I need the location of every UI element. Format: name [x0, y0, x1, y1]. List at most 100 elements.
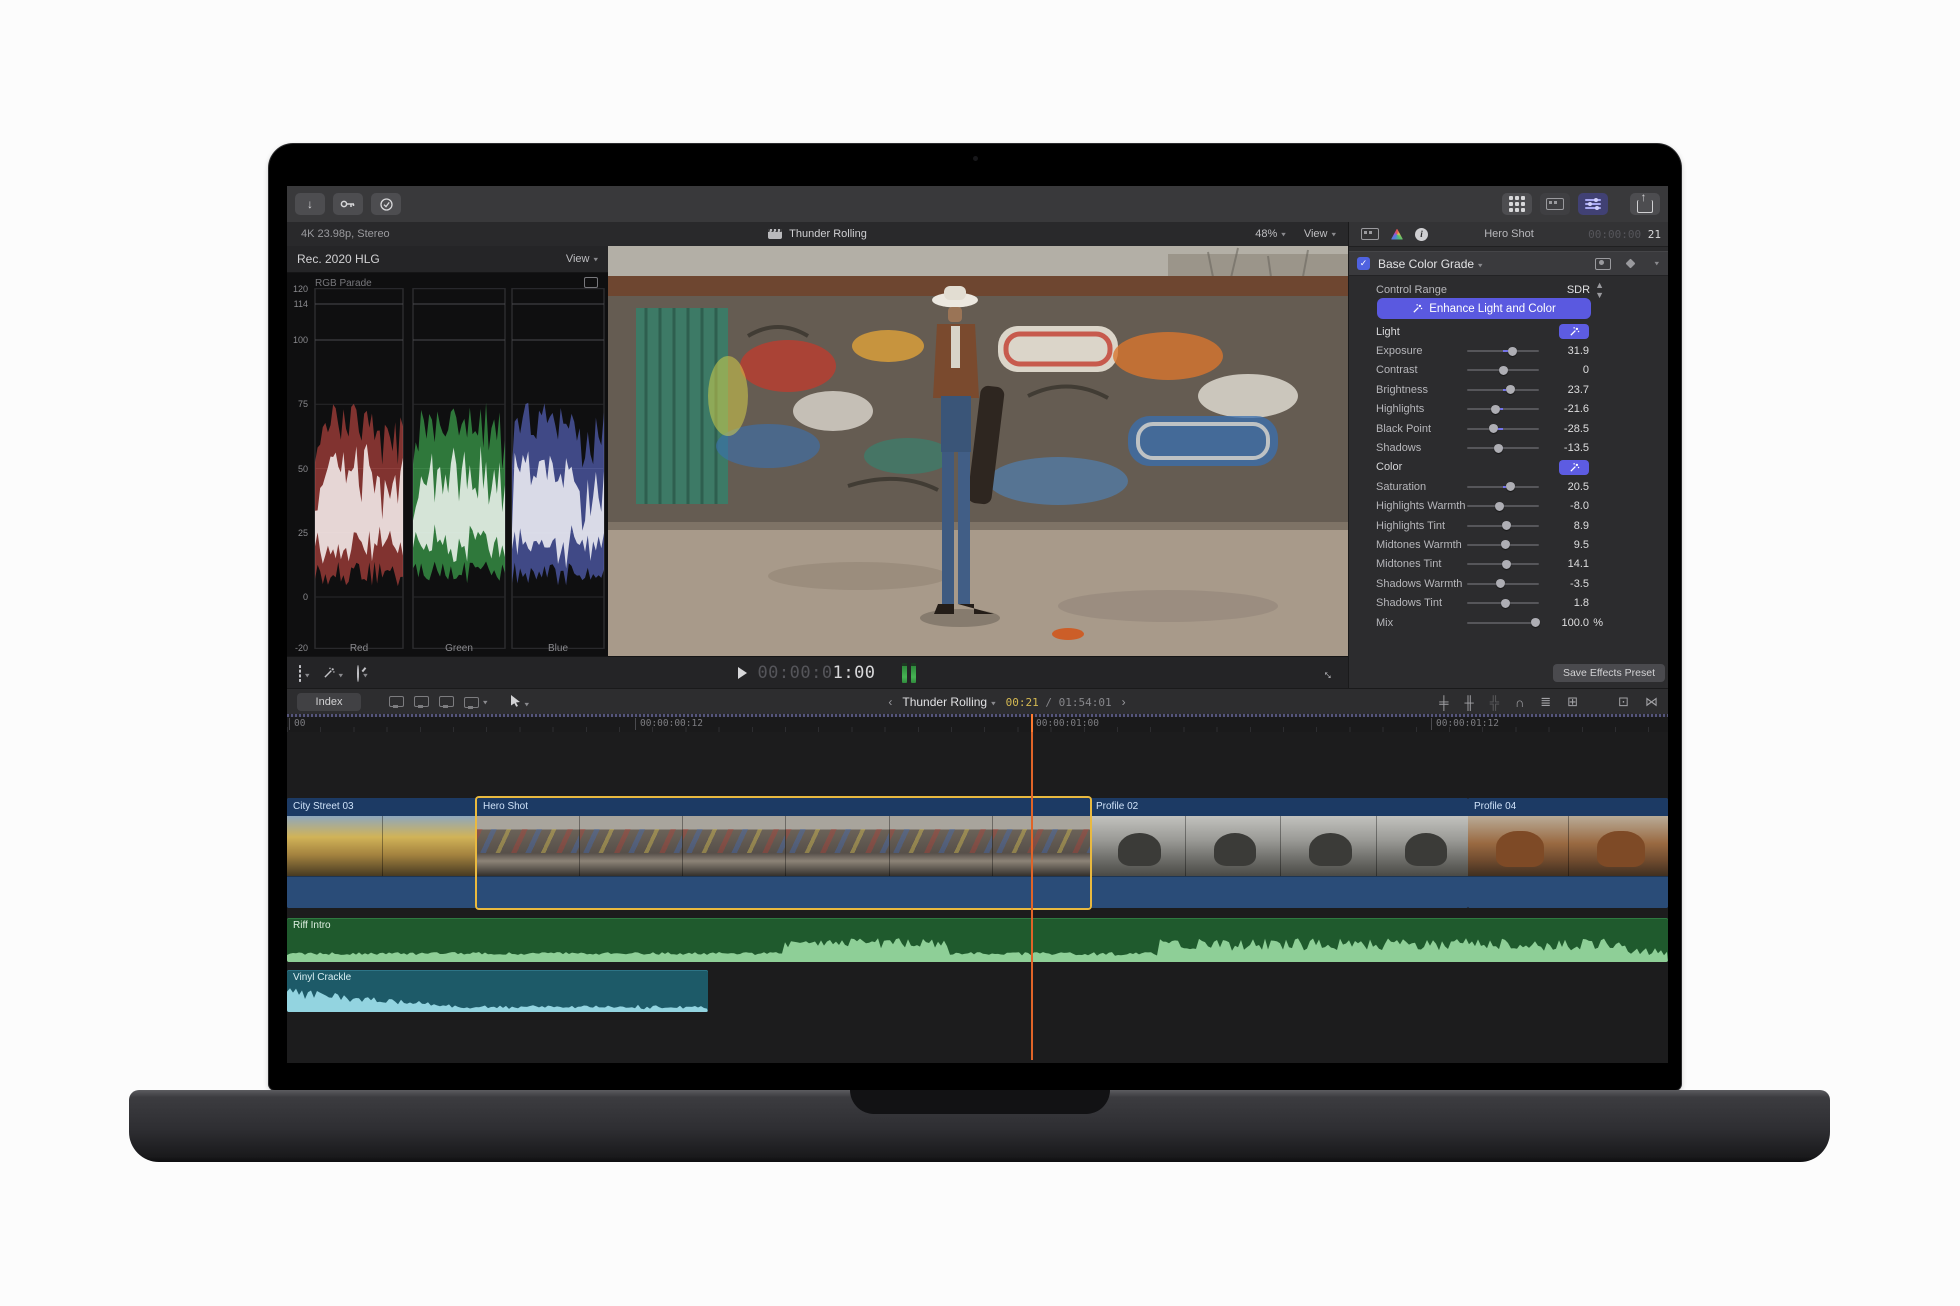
parameter-slider[interactable]: [1467, 363, 1539, 377]
parameter-value[interactable]: -28.5: [1541, 423, 1589, 435]
parameter-value[interactable]: 100.0: [1541, 617, 1589, 629]
slider-thumb[interactable]: [1530, 618, 1540, 628]
parameter-slider[interactable]: [1467, 383, 1539, 397]
parameter-value[interactable]: 31.9: [1541, 345, 1589, 357]
parameter-slider[interactable]: [1467, 422, 1539, 436]
viewer-video-canvas[interactable]: [608, 246, 1348, 656]
auto-enhance-wand-button[interactable]: [1559, 459, 1589, 475]
parameter-slider[interactable]: [1467, 557, 1539, 571]
stepper-icon[interactable]: ▲ ▼: [1595, 280, 1604, 300]
slider-thumb[interactable]: [1506, 385, 1516, 395]
slider-thumb[interactable]: [1500, 540, 1510, 550]
insert-edit-icon[interactable]: [414, 696, 429, 708]
timeline-track-area[interactable]: City Street 03 Hero Shot Profile 02 Profile…: [287, 732, 1668, 1063]
share-button[interactable]: [1630, 191, 1660, 215]
parameter-value[interactable]: 14.1: [1541, 558, 1589, 570]
slider-thumb[interactable]: [1505, 482, 1515, 492]
parameter-value[interactable]: -3.5: [1541, 578, 1589, 590]
video-clip-hero-shot[interactable]: Hero Shot: [477, 798, 1090, 908]
import-media-button[interactable]: ↓: [295, 193, 325, 215]
parameter-value[interactable]: -13.5: [1541, 442, 1589, 454]
next-project-button[interactable]: ›: [1122, 695, 1126, 709]
select-tool-menu[interactable]: ▾: [510, 694, 529, 710]
parameter-value[interactable]: 8.9: [1541, 520, 1589, 532]
snapping-icon[interactable]: ╫: [1465, 695, 1474, 710]
keyframe-diamond-icon[interactable]: [1626, 258, 1636, 269]
effects-browser-icon[interactable]: ⊞: [1567, 694, 1578, 710]
save-effects-preset-button[interactable]: Save Effects Preset: [1552, 664, 1665, 682]
parameter-slider[interactable]: [1467, 344, 1539, 358]
parameter-value[interactable]: 23.7: [1541, 384, 1589, 396]
clip-name: Hero Shot: [477, 798, 1090, 816]
play-button[interactable]: [738, 667, 748, 679]
slider-thumb[interactable]: [1494, 501, 1504, 511]
parameter-slider[interactable]: [1467, 596, 1539, 610]
audio-clip-riff-intro[interactable]: Riff Intro: [287, 918, 1668, 962]
chevron-down-icon: ▾: [1478, 260, 1483, 269]
slider-thumb[interactable]: [1498, 365, 1508, 375]
timeline-view-button[interactable]: [1540, 193, 1570, 215]
slider-thumb[interactable]: [1494, 443, 1504, 453]
enhancements-button[interactable]: ▾: [323, 666, 343, 681]
video-clip-profile-02[interactable]: Profile 02: [1090, 798, 1468, 908]
parameter-value[interactable]: -21.6: [1541, 403, 1589, 415]
background-tasks-button[interactable]: [371, 193, 401, 215]
keyword-editor-button[interactable]: [333, 193, 363, 215]
control-range-value[interactable]: SDR: [1567, 284, 1590, 296]
mask-icon[interactable]: [1595, 257, 1612, 270]
slider-thumb[interactable]: [1507, 346, 1517, 356]
parameter-slider[interactable]: [1467, 616, 1540, 630]
parameter-slider[interactable]: [1467, 499, 1539, 513]
parameter-slider[interactable]: [1467, 519, 1539, 533]
overwrite-edit-menu[interactable]: ▾: [464, 696, 488, 709]
parameter-value[interactable]: 0: [1541, 364, 1589, 376]
inspector-toggle-button[interactable]: [1578, 193, 1608, 215]
enhance-light-color-button[interactable]: Enhance Light and Color: [1377, 298, 1591, 319]
browser-view-button[interactable]: [1502, 193, 1532, 215]
collapse-chevron-icon[interactable]: ▾: [1654, 259, 1659, 268]
trim-tool-icon[interactable]: ╪: [1439, 695, 1448, 710]
webcam-icon: [973, 156, 978, 161]
audio-meters[interactable]: [901, 663, 916, 683]
fullscreen-icon[interactable]: ↔: [1320, 663, 1340, 683]
parameter-value[interactable]: -8.0: [1541, 500, 1589, 512]
index-button[interactable]: Index: [297, 693, 361, 711]
timeline-history-icon[interactable]: ⊡: [1618, 694, 1629, 710]
slider-thumb[interactable]: [1489, 424, 1499, 434]
solo-icon[interactable]: ∩: [1515, 695, 1524, 710]
audio-clip-vinyl-crackle[interactable]: Vinyl Crackle: [287, 970, 708, 1012]
parameter-value[interactable]: 20.5: [1541, 481, 1589, 493]
audio-skimming-icon[interactable]: ╬: [1490, 695, 1499, 710]
parameter-value[interactable]: 9.5: [1541, 539, 1589, 551]
parameter-slider[interactable]: [1467, 480, 1539, 494]
slider-thumb[interactable]: [1491, 404, 1501, 414]
parameter-value[interactable]: 1.8: [1541, 597, 1589, 609]
clip-appearance-icon[interactable]: ≣: [1540, 694, 1551, 710]
parameter-row-highlights-tint: Highlights Tint 8.9: [1349, 516, 1668, 535]
connect-edit-icon[interactable]: [389, 696, 404, 708]
auto-enhance-wand-button[interactable]: [1559, 324, 1589, 340]
slider-thumb[interactable]: [1502, 521, 1512, 531]
previous-project-button[interactable]: ‹: [888, 695, 892, 709]
parameter-slider[interactable]: [1467, 441, 1539, 455]
retime-button[interactable]: ▾: [357, 664, 368, 682]
parameter-slider[interactable]: [1467, 577, 1539, 591]
clip-thumbnail: [477, 816, 581, 876]
effect-enable-checkbox[interactable]: ✓: [1357, 257, 1370, 270]
clip-thumbnail: [1185, 816, 1281, 876]
append-edit-icon[interactable]: [439, 696, 454, 708]
slider-thumb[interactable]: [1495, 579, 1505, 589]
parameter-row-mix: Mix 100.0%: [1349, 613, 1668, 632]
parameter-slider[interactable]: [1467, 538, 1539, 552]
playhead[interactable]: [1030, 714, 1033, 1060]
video-clip-city-street-03[interactable]: City Street 03: [287, 798, 477, 908]
clip-audio-section: [477, 876, 1090, 908]
timeline-project-title[interactable]: Thunder Rolling ▾: [902, 695, 995, 709]
slider-thumb[interactable]: [1502, 559, 1512, 569]
parameter-row-highlights: Highlights -21.6: [1349, 400, 1668, 419]
transform-crop-button[interactable]: ▾: [299, 664, 310, 682]
transitions-browser-icon[interactable]: ⋈: [1645, 694, 1658, 710]
video-clip-profile-04[interactable]: Profile 04: [1468, 798, 1668, 908]
slider-thumb[interactable]: [1500, 598, 1510, 608]
parameter-slider[interactable]: [1467, 402, 1539, 416]
